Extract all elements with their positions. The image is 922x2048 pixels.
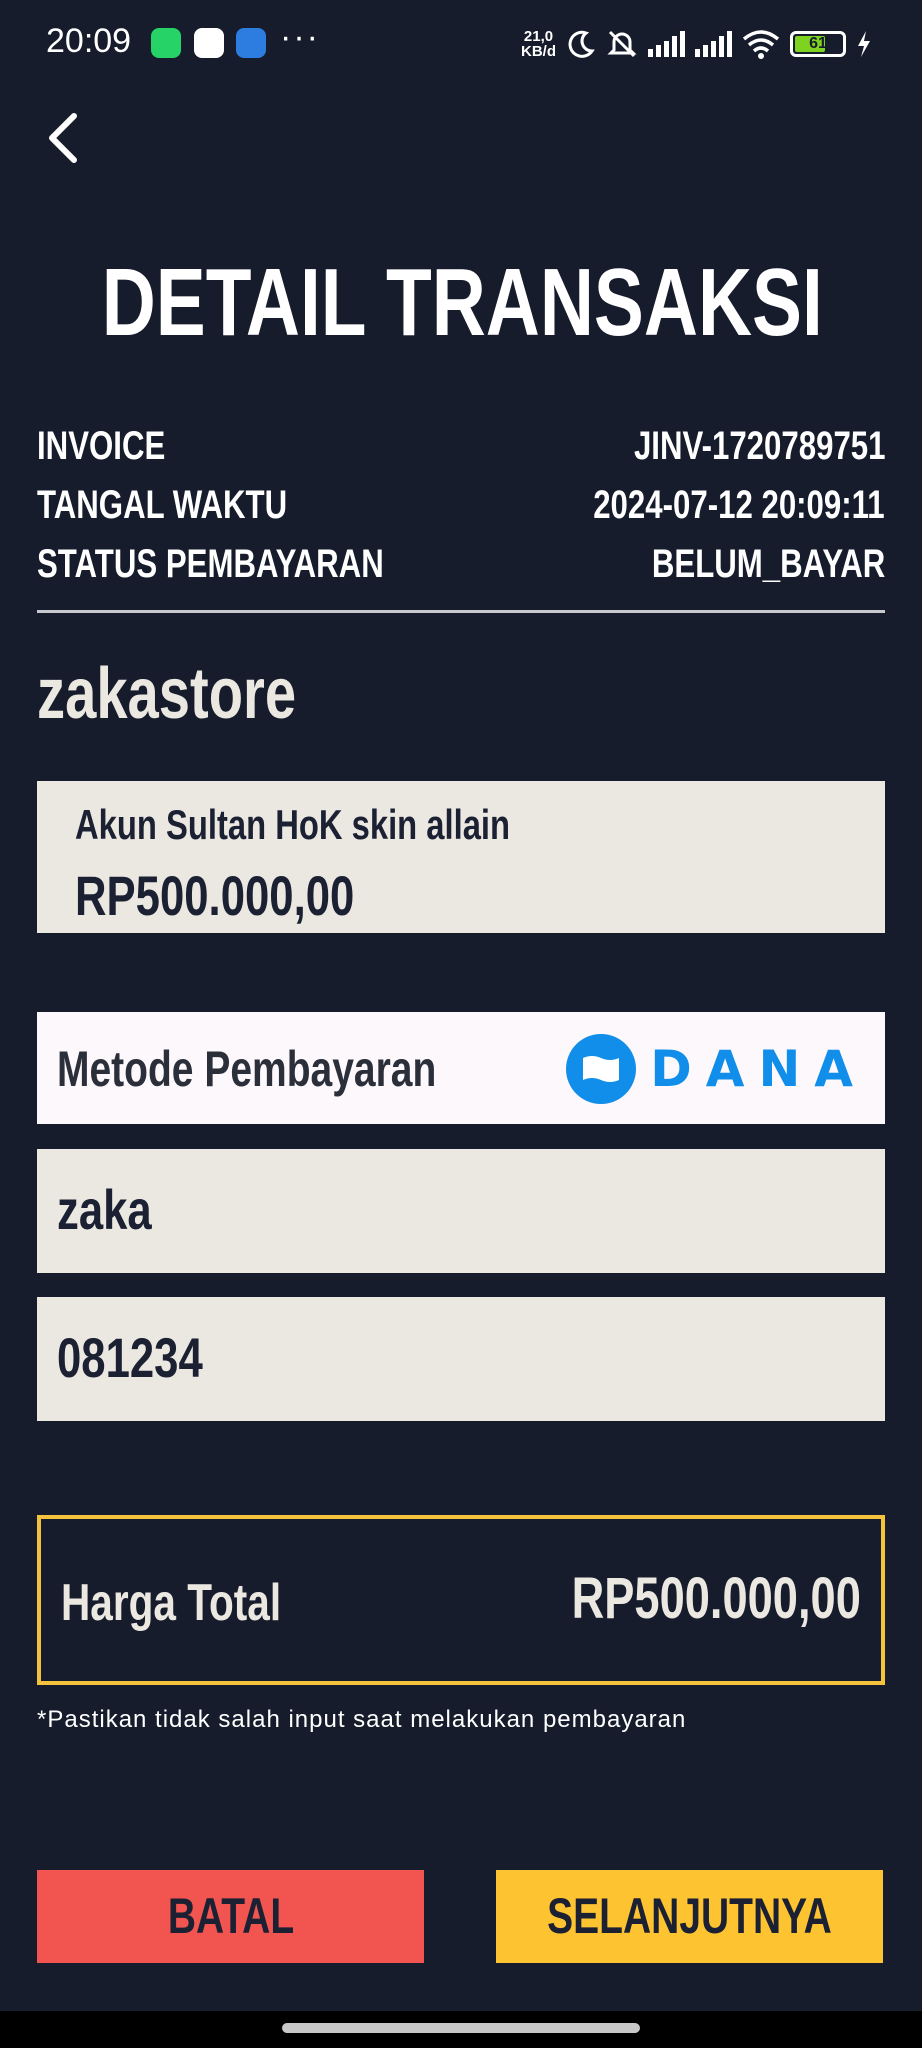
chevron-left-icon <box>49 113 77 163</box>
payment-method-label: Metode Pembayaran <box>57 1041 437 1097</box>
charging-icon <box>858 31 870 57</box>
account-name-field[interactable]: zaka <box>37 1149 885 1273</box>
product-name: Akun Sultan HoK skin allain <box>75 801 511 848</box>
payment-status-label: STATUS PEMBAYARAN <box>37 542 384 586</box>
net-speed-value: 21,0 <box>523 28 554 45</box>
system-nav-bar <box>0 2011 922 2048</box>
battery-level: 61 <box>809 35 827 52</box>
payment-status-row: STATUS PEMBAYARAN BELUM_BAYAR <box>37 539 885 589</box>
google-icon <box>194 28 224 58</box>
payment-status-value: BELUM_BAYAR <box>651 542 885 586</box>
moon-icon <box>568 30 595 58</box>
dana-wallet-icon <box>566 1034 637 1104</box>
divider <box>37 610 885 613</box>
datetime-value: 2024-07-12 20:09:11 <box>593 483 885 527</box>
datetime-label: TANGAL WAKTU <box>37 483 288 527</box>
invoice-row: INVOICE JINV-1720789751 <box>37 421 885 471</box>
app-icon <box>236 28 266 58</box>
total-price-label: Harga Total <box>61 1574 282 1632</box>
invoice-value: JINV-1720789751 <box>633 424 885 468</box>
status-bar: 20:09 ··· 21,0 KB/d 61 <box>0 0 922 90</box>
invoice-label: INVOICE <box>37 424 166 468</box>
account-name-value: zaka <box>57 1178 152 1241</box>
phone-number-value: 081234 <box>57 1326 203 1389</box>
dana-logo: DANA <box>566 1034 867 1104</box>
page-title-wrap: DETAIL TRANSAKSI <box>0 248 922 358</box>
cancel-button[interactable]: BATAL <box>37 1870 424 1963</box>
phone-number-field[interactable]: 081234 <box>37 1297 885 1421</box>
payment-method-card: Metode Pembayaran DANA <box>37 1012 885 1124</box>
back-button[interactable] <box>40 108 90 168</box>
datetime-row: TANGAL WAKTU 2024-07-12 20:09:11 <box>37 480 885 530</box>
net-speed: 21,0 KB/d <box>521 29 556 59</box>
product-card: Akun Sultan HoK skin allain RP500.000,00 <box>37 781 885 933</box>
payment-note: *Pastikan tidak salah input saat melakuk… <box>37 1706 687 1733</box>
store-name-wrap: zakastore <box>37 652 369 736</box>
payment-method-name: DANA <box>650 1040 867 1098</box>
more-notifications-icon: ··· <box>280 18 320 56</box>
total-price-value: RP500.000,00 <box>571 1566 861 1631</box>
battery-icon: 61 <box>790 31 846 57</box>
page-title: DETAIL TRANSAKSI <box>101 249 823 356</box>
net-speed-unit: KB/d <box>521 43 556 60</box>
product-price: RP500.000,00 <box>75 864 355 927</box>
next-button-label: SELANJUTNYA <box>547 1888 832 1944</box>
next-button[interactable]: SELANJUTNYA <box>496 1870 883 1963</box>
signal-icon-2 <box>695 31 732 57</box>
total-price-card: Harga Total RP500.000,00 <box>37 1515 885 1685</box>
store-name: zakastore <box>37 654 297 734</box>
wifi-icon <box>742 30 780 59</box>
status-time: 20:09 <box>46 22 132 60</box>
whatsapp-icon <box>151 28 181 58</box>
status-right: 21,0 KB/d 61 <box>521 26 872 62</box>
home-indicator[interactable] <box>282 2023 640 2033</box>
signal-icon <box>648 31 685 57</box>
cancel-button-label: BATAL <box>167 1888 294 1944</box>
bell-off-icon <box>607 30 637 58</box>
